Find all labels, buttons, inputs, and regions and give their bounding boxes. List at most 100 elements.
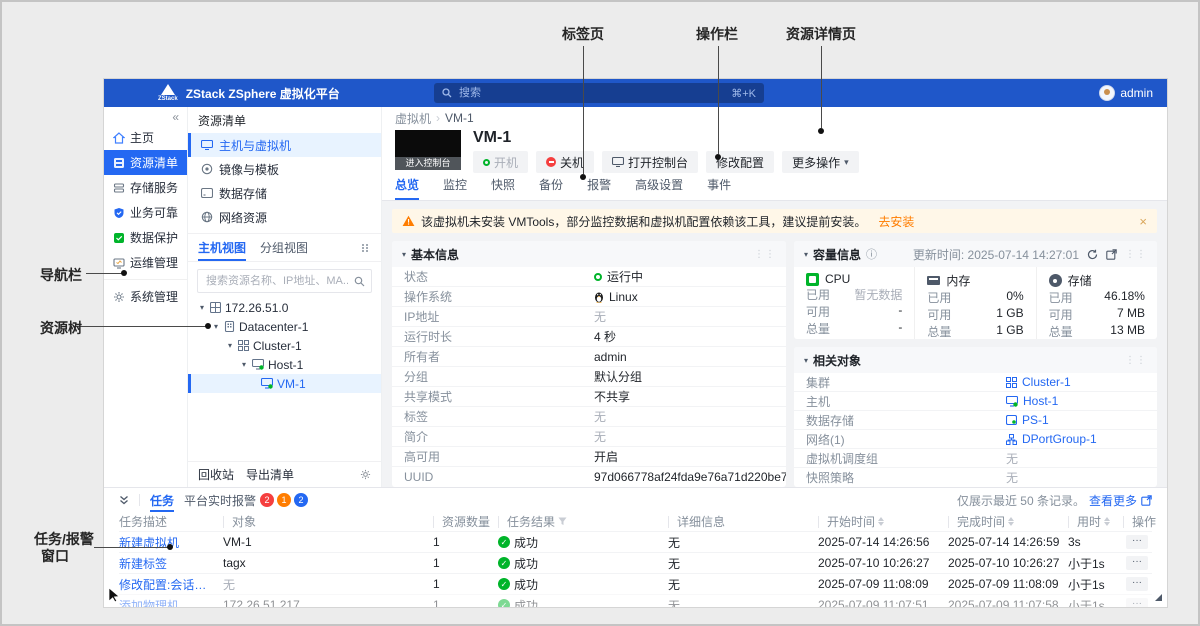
- mouse-cursor: [108, 588, 120, 607]
- open-in-new-icon[interactable]: [1106, 249, 1117, 260]
- section-collapse-icon[interactable]: ▾: [804, 250, 808, 259]
- tree-node-vcenter[interactable]: ▾ 172.26.51.0: [188, 298, 381, 317]
- layout-options-icon[interactable]: [361, 243, 371, 253]
- row-actions-button[interactable]: ···: [1126, 535, 1148, 549]
- row-actions-button[interactable]: ···: [1126, 556, 1148, 570]
- export-list-link[interactable]: 导出清单: [246, 466, 294, 483]
- related-objects-header: ▾ 相关对象 ⋮⋮: [794, 347, 1157, 373]
- tab-alarm[interactable]: 报警: [587, 176, 611, 200]
- datastore-icon: [201, 188, 213, 198]
- task-desc-link[interactable]: 新建标签: [119, 555, 223, 572]
- datastore-link[interactable]: PS-1: [1006, 413, 1049, 427]
- capacity-name: 存储: [1068, 272, 1092, 289]
- tree-node-vm[interactable]: VM-1: [188, 374, 381, 393]
- section-collapse-icon[interactable]: ▾: [804, 356, 808, 365]
- related-row: 快照策略 无: [794, 468, 1157, 487]
- tab-snapshot[interactable]: 快照: [491, 176, 515, 200]
- tab-platform-alerts[interactable]: 平台实时报警 2 1 2: [184, 488, 308, 512]
- tree-search-input[interactable]: [204, 274, 350, 288]
- tree-node-cluster[interactable]: ▾ Cluster-1: [188, 336, 381, 355]
- panel-item-label: 镜像与模板: [219, 161, 279, 178]
- success-icon: ✓: [498, 578, 510, 590]
- port-group-icon: [1006, 434, 1017, 445]
- sidebar-item-ops[interactable]: 运维管理: [104, 250, 187, 275]
- user-menu[interactable]: admin: [1099, 79, 1153, 107]
- sidebar-item-home[interactable]: 主页: [104, 125, 187, 150]
- tree-search[interactable]: [197, 269, 372, 293]
- search-input[interactable]: [457, 86, 726, 100]
- host-link[interactable]: Host-1: [1006, 394, 1058, 408]
- panel-item-network[interactable]: 网络资源: [188, 205, 381, 229]
- task-count: 1: [433, 556, 498, 570]
- resize-handle[interactable]: [1155, 594, 1162, 601]
- open-in-new-icon[interactable]: [1141, 495, 1152, 506]
- annotation-line: [821, 46, 822, 128]
- panel-item-hosts-vms[interactable]: 主机与虚拟机: [188, 133, 381, 157]
- tab-group-view[interactable]: 分组视图: [260, 234, 308, 261]
- gear-icon[interactable]: [360, 469, 371, 480]
- panel-item-images[interactable]: 镜像与模板: [188, 157, 381, 181]
- sidebar-item-protection[interactable]: 数据保护: [104, 225, 187, 250]
- capacity-value: 0%: [1006, 289, 1023, 306]
- chevron-down-icon[interactable]: ▾: [226, 341, 234, 350]
- row-actions-button[interactable]: ···: [1126, 598, 1148, 607]
- collapse-sidebar-icon[interactable]: «: [172, 109, 179, 125]
- cluster-link[interactable]: Cluster-1: [1006, 375, 1071, 389]
- table-row[interactable]: 新建虚拟机 VM-1 1 ✓成功 无 2025-07-14 14:26:56 2…: [119, 531, 1152, 552]
- annotation-dot: [580, 174, 586, 180]
- open-console-button[interactable]: 打开控制台: [602, 151, 698, 173]
- network-link[interactable]: DPortGroup-1: [1006, 432, 1097, 446]
- sidebar-item-storage[interactable]: 存储服务: [104, 175, 187, 200]
- tab-advanced[interactable]: 高级设置: [635, 176, 683, 200]
- global-search[interactable]: ⌘+K: [434, 83, 764, 103]
- tab-backup[interactable]: 备份: [539, 176, 563, 200]
- sidebar-item-business[interactable]: 业务可靠: [104, 200, 187, 225]
- panel-item-datastore[interactable]: 数据存储: [188, 181, 381, 205]
- more-actions-button[interactable]: 更多操作 ▾: [782, 151, 859, 173]
- power-on-button[interactable]: 开机: [473, 151, 528, 173]
- refresh-icon[interactable]: [1087, 249, 1098, 260]
- info-label: 所有者: [404, 348, 594, 365]
- sidebar-item-resources[interactable]: 资源清单: [104, 150, 187, 175]
- console-thumbnail[interactable]: 进入控制台: [395, 130, 461, 170]
- breadcrumb-parent[interactable]: 虚拟机: [395, 110, 431, 127]
- annotation-task-window-line1: 任务/报警: [34, 531, 94, 548]
- collapse-panel-icon[interactable]: [119, 495, 129, 505]
- close-icon[interactable]: ×: [1139, 214, 1147, 229]
- info-label: 标签: [404, 408, 594, 425]
- recycle-bin-link[interactable]: 回收站: [198, 466, 234, 483]
- row-actions-button[interactable]: ···: [1126, 577, 1148, 591]
- sort-icon[interactable]: [878, 517, 884, 526]
- chevron-down-icon[interactable]: ▾: [240, 360, 248, 369]
- info-value: 开启: [594, 448, 618, 465]
- filter-icon[interactable]: [558, 517, 567, 526]
- drag-handle-icon[interactable]: ⋮⋮: [1125, 249, 1147, 260]
- sort-icon[interactable]: [1008, 517, 1014, 526]
- drag-handle-icon[interactable]: ⋮⋮: [1125, 355, 1147, 366]
- enter-console-button[interactable]: 进入控制台: [395, 157, 461, 170]
- tab-tasks[interactable]: 任务: [150, 488, 174, 512]
- related-row: 虚拟机调度组 无: [794, 449, 1157, 468]
- tree-node-host[interactable]: ▾ Host-1: [188, 355, 381, 374]
- task-desc-link[interactable]: 添加物理机: [119, 597, 223, 608]
- table-row[interactable]: 添加物理机 172.26.51.217 1 ✓成功 无 2025-07-09 1…: [119, 594, 1152, 607]
- annotation-tab-page: 标签页: [562, 24, 604, 44]
- tab-events[interactable]: 事件: [707, 176, 731, 200]
- sidebar-item-system[interactable]: 系统管理: [104, 284, 187, 309]
- info-label: 共享模式: [404, 388, 594, 405]
- section-collapse-icon[interactable]: ▾: [402, 250, 406, 259]
- view-more-link[interactable]: 查看更多: [1089, 492, 1137, 509]
- tree-node-datacenter[interactable]: ▾ Datacenter-1: [188, 317, 381, 336]
- table-row[interactable]: 新建标签 tagx 1 ✓成功 无 2025-07-10 10:26:27 20…: [119, 552, 1152, 573]
- tab-overview[interactable]: 总览: [395, 176, 419, 200]
- chevron-down-icon[interactable]: ▾: [198, 303, 206, 312]
- tab-monitor[interactable]: 监控: [443, 176, 467, 200]
- tab-host-view[interactable]: 主机视图: [198, 234, 246, 261]
- chevron-down-icon[interactable]: ▾: [212, 322, 220, 331]
- task-desc-link[interactable]: 修改配置:会话超时时间: [119, 576, 223, 593]
- sort-icon[interactable]: [1104, 517, 1110, 526]
- table-row[interactable]: 修改配置:会话超时时间 无 1 ✓成功 无 2025-07-09 11:08:0…: [119, 573, 1152, 594]
- install-vmtools-link[interactable]: 去安装: [878, 213, 914, 230]
- drag-handle-icon[interactable]: ⋮⋮: [754, 249, 776, 260]
- power-off-button[interactable]: 关机: [536, 151, 594, 173]
